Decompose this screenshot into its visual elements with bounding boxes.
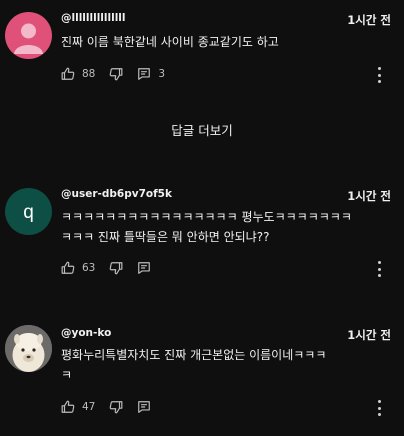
comment-text-line: ㅋㅋㅋ 진짜 틀딱들은 뭐 안하면 안되냐??	[61, 230, 270, 244]
comment-actions: 63	[61, 258, 165, 278]
more-vertical-icon[interactable]	[376, 261, 382, 277]
comment-text-line: 진짜 이름 북한같네 사이비 종교같기도 하고	[61, 35, 279, 49]
reply-comment-icon	[138, 68, 151, 80]
avatar[interactable]	[5, 12, 52, 59]
dislike-button[interactable]	[109, 400, 123, 414]
like-count: 47	[82, 401, 96, 413]
comment-text: ㅋㅋㅋㅋㅋㅋㅋㅋㅋㅋㅋㅋㅋㅋㅋㅋ 평누도ㅋㅋㅋㅋㅋㅋㅋ ㅋㅋㅋ 진짜 틀딱들은 …	[61, 207, 361, 247]
alpaca-photo-icon	[5, 325, 52, 372]
reply-comment-icon	[138, 401, 151, 413]
dislike-button[interactable]	[109, 67, 123, 81]
comment-text-line: ㅋ	[61, 368, 73, 382]
comment-timestamp[interactable]: 1시간 전	[347, 188, 391, 204]
comment-item: q @user-db6pv7of5k 1시간 전 ㅋㅋㅋㅋㅋㅋㅋㅋㅋㅋㅋㅋㅋㅋㅋ…	[0, 176, 404, 286]
like-count: 88	[82, 68, 96, 80]
more-replies-button[interactable]: 답글 더보기	[0, 120, 404, 139]
comment-text-line: ㅋㅋㅋㅋㅋㅋㅋㅋㅋㅋㅋㅋㅋㅋㅋㅋ 평누도ㅋㅋㅋㅋㅋㅋㅋ	[61, 210, 352, 224]
comment-author[interactable]: @user-db6pv7of5k	[61, 188, 172, 200]
reply-button[interactable]	[137, 261, 151, 275]
comment-item: @lllllllllllllll 1시간 전 진짜 이름 북한같네 사이비 종교…	[0, 0, 404, 100]
comment-actions: 47	[61, 397, 165, 417]
thumbs-down-icon	[110, 262, 123, 275]
avatar[interactable]	[5, 325, 52, 372]
reply-button[interactable]: 3	[137, 67, 165, 81]
comment-text: 진짜 이름 북한같네 사이비 종교같기도 하고	[61, 32, 361, 52]
like-count: 63	[82, 262, 96, 274]
thumbs-up-icon	[61, 400, 75, 413]
more-vertical-icon[interactable]	[376, 400, 382, 416]
thumbs-down-icon	[110, 68, 123, 81]
more-vertical-icon[interactable]	[376, 67, 382, 83]
reply-count: 3	[158, 68, 166, 80]
comment-item: @yon-ko 1시간 전 평화누리특별자치도 진짜 개근본없는 이름이네ㅋㅋㅋ…	[0, 317, 404, 436]
comment-timestamp[interactable]: 1시간 전	[347, 12, 391, 28]
comment-actions: 88 3	[61, 64, 179, 84]
comment-author[interactable]: @yon-ko	[61, 327, 111, 339]
thumbs-up-icon	[61, 67, 75, 80]
like-button[interactable]: 88	[61, 67, 95, 81]
reply-button[interactable]	[137, 400, 151, 414]
svg-text:q: q	[23, 202, 34, 223]
reply-comment-icon	[138, 262, 151, 274]
comment-timestamp[interactable]: 1시간 전	[347, 327, 391, 343]
dislike-button[interactable]	[109, 261, 123, 275]
avatar[interactable]: q	[5, 188, 52, 235]
letter-avatar-icon: q	[23, 202, 34, 223]
like-button[interactable]: 63	[61, 261, 95, 275]
comment-author[interactable]: @lllllllllllllll	[61, 12, 126, 24]
comment-text: 평화누리특별자치도 진짜 개근본없는 이름이네ㅋㅋㅋ ㅋ	[61, 345, 361, 385]
comment-text-line: 평화누리특별자치도 진짜 개근본없는 이름이네ㅋㅋㅋ	[61, 348, 327, 362]
like-button[interactable]: 47	[61, 400, 95, 414]
thumbs-up-icon	[61, 261, 75, 274]
thumbs-down-icon	[110, 401, 123, 414]
person-silhouette-icon	[14, 23, 43, 54]
